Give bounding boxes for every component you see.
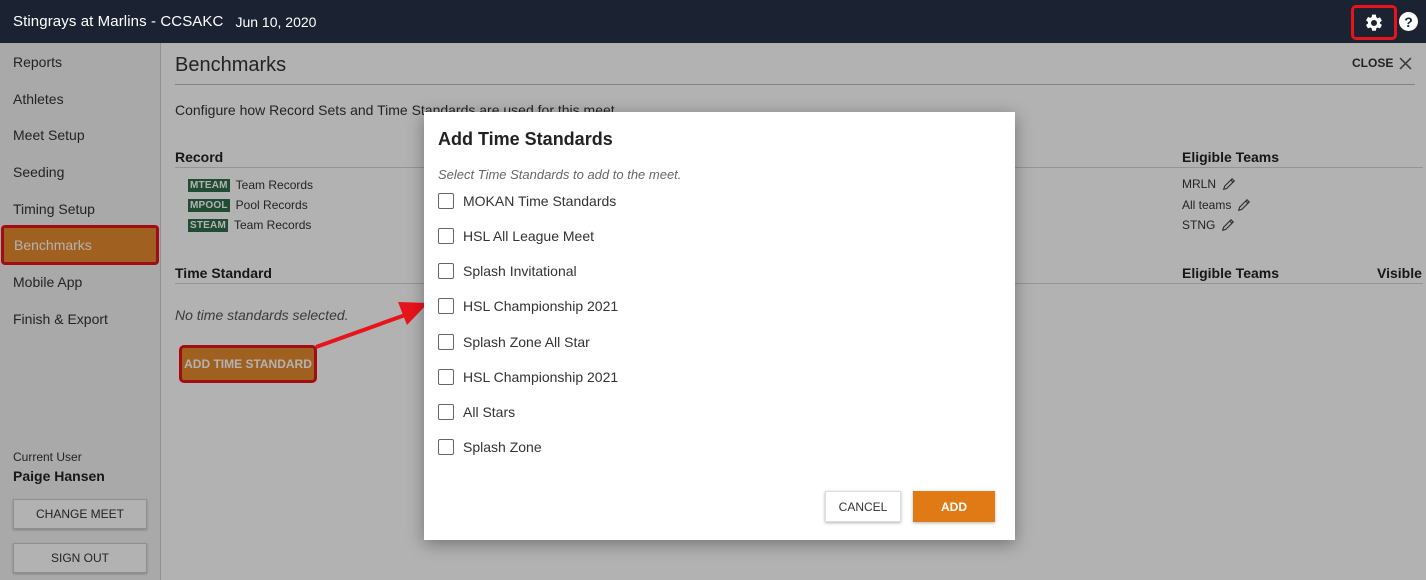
settings-button[interactable] xyxy=(1351,5,1397,40)
option-checkbox[interactable] xyxy=(438,298,454,314)
cancel-button[interactable]: CANCEL xyxy=(825,491,901,522)
time-standard-option[interactable]: HSL Championship 2021 xyxy=(438,369,618,385)
add-button[interactable]: ADD xyxy=(913,491,995,522)
gear-icon xyxy=(1366,14,1382,31)
option-checkbox[interactable] xyxy=(438,369,454,385)
option-checkbox[interactable] xyxy=(438,439,454,455)
dialog-title: Add Time Standards xyxy=(438,129,613,149)
meet-title: Stingrays at Marlins - CCSAKC xyxy=(13,13,224,30)
time-standard-option[interactable]: Splash Invitational xyxy=(438,263,577,279)
meet-date: Jun 10, 2020 xyxy=(235,13,317,30)
top-bar: Stingrays at Marlins - CCSAKC Jun 10, 20… xyxy=(0,0,1426,43)
option-label: All Stars xyxy=(463,404,516,420)
option-label: Splash Zone xyxy=(463,439,542,455)
time-standard-option[interactable]: MOKAN Time Standards xyxy=(438,193,616,209)
option-checkbox[interactable] xyxy=(438,228,454,244)
option-label: MOKAN Time Standards xyxy=(463,193,617,209)
option-label: Splash Invitational xyxy=(463,263,577,279)
time-standard-option[interactable]: Splash Zone All Star xyxy=(438,334,590,350)
option-label: HSL Championship 2021 xyxy=(463,298,619,314)
dialog-subtitle: Select Time Standards to add to the meet… xyxy=(438,167,682,182)
time-standard-option[interactable]: HSL All League Meet xyxy=(438,228,594,244)
option-label: HSL All League Meet xyxy=(463,228,595,244)
time-standard-option[interactable]: Splash Zone xyxy=(438,439,542,455)
option-checkbox[interactable] xyxy=(438,193,454,209)
option-checkbox[interactable] xyxy=(438,404,454,420)
option-checkbox[interactable] xyxy=(438,334,454,350)
time-standard-option[interactable]: All Stars xyxy=(438,404,515,420)
option-checkbox[interactable] xyxy=(438,263,454,279)
option-label: Splash Zone All Star xyxy=(463,334,590,350)
add-time-standards-dialog: Add Time Standards Select Time Standards… xyxy=(424,112,1015,540)
time-standard-option[interactable]: HSL Championship 2021 xyxy=(438,298,618,314)
option-label: HSL Championship 2021 xyxy=(463,369,619,385)
help-button[interactable]: ? xyxy=(1399,12,1418,31)
